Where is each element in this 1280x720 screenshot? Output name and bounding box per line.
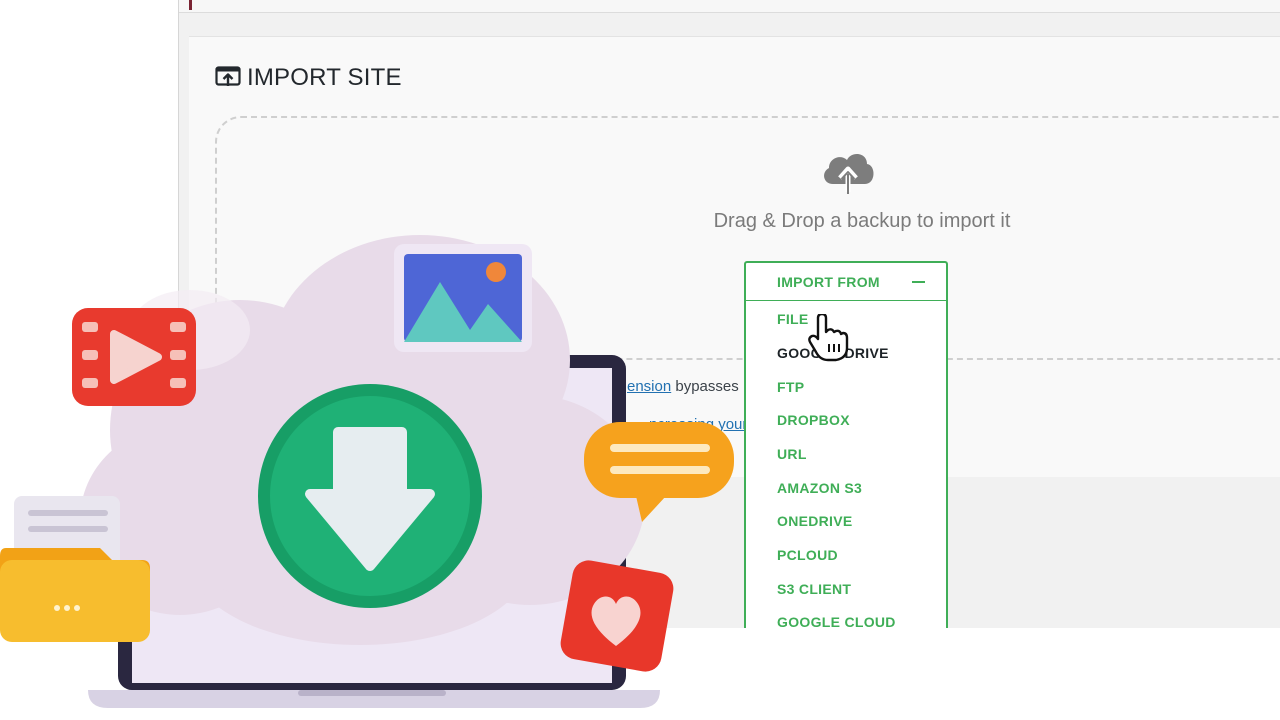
import-from-label: IMPORT FROM [777,274,880,290]
menu-item-file[interactable]: FILE [777,311,809,327]
top-bar-accent [189,0,192,10]
menu-item-pcloud[interactable]: PCLOUD [777,547,838,563]
minus-icon[interactable] [912,281,925,283]
dropzone-instructions: Drag & Drop a backup to import it [713,210,1011,232]
menu-item-onedrive[interactable]: ONEDRIVE [777,513,853,529]
extension-link[interactable]: ension [627,378,671,395]
helper-text-suffix: bypasses [671,378,739,395]
import-from-header[interactable]: IMPORT FROM [746,263,946,301]
menu-item-amazon-s3[interactable]: AMAZON S3 [777,480,862,496]
menu-item-s3-client[interactable]: S3 CLIENT [777,581,851,597]
window-top-bar [179,0,1280,13]
app-window: IMPORT SITE Drag & Drop a backup to impo… [178,0,1280,628]
import-icon [215,66,241,93]
folder-icon [0,496,150,642]
hand-cursor-icon [808,312,852,367]
menu-item-url[interactable]: URL [777,446,807,462]
menu-item-google-cloud[interactable]: GOOGLE CLOUD [777,614,896,628]
cloud-upload-icon [819,148,877,201]
menu-item-dropbox[interactable]: DROPBOX [777,412,850,428]
menu-item-ftp[interactable]: FTP [777,379,804,395]
page-title: IMPORT SITE [247,64,402,91]
helper-text: ension bypasses [627,378,739,395]
